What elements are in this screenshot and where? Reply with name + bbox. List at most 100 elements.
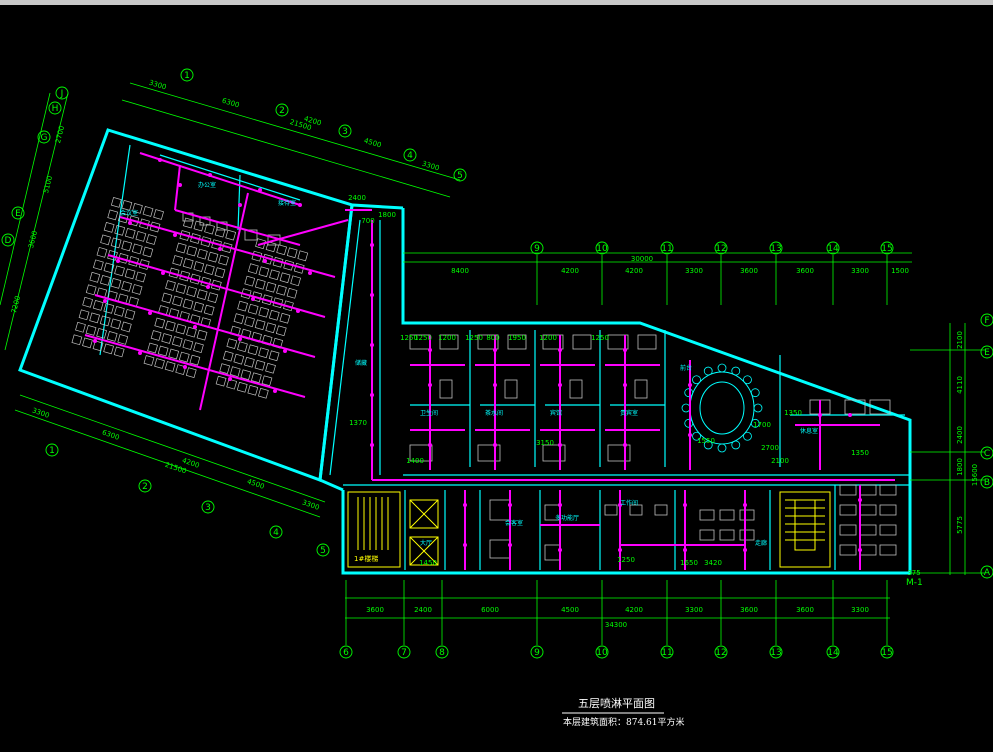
axis-bubble-label: B (984, 478, 990, 488)
sprinkler-head (558, 503, 562, 507)
furniture-item (859, 484, 877, 496)
axis-bubble-label: 13 (770, 244, 781, 254)
auditorium-seat (120, 321, 132, 333)
auditorium-seat (257, 387, 269, 399)
dimension-label: 1250 (465, 334, 483, 342)
auditorium-seat (207, 292, 219, 304)
axis-bubble-label: 11 (661, 244, 672, 254)
auditorium-seat (161, 333, 173, 344)
auditorium-seat (265, 281, 277, 293)
auditorium-seat (265, 322, 277, 334)
sprinkler-head (116, 259, 120, 263)
auditorium-seat (207, 251, 219, 263)
dimension-label: 4200 (625, 606, 643, 614)
conference-chair (717, 363, 727, 373)
auditorium-seat (275, 325, 287, 337)
sprinkler-head (370, 393, 374, 397)
sprinkler-head (370, 293, 374, 297)
axis-bubble-label: H (52, 104, 59, 114)
sprinkler-head (238, 203, 242, 207)
auditorium-seat (182, 298, 194, 310)
axis-bubble-label: 8 (439, 648, 445, 658)
room-label: 储藏 (355, 359, 367, 367)
auditorium-seat (186, 245, 198, 257)
axis-bubble-label: F (984, 316, 989, 326)
sprinkler-head (858, 498, 862, 502)
auditorium-seat (113, 306, 125, 317)
dimension-label: 3600 (740, 606, 758, 614)
auditorium-seat (154, 358, 165, 369)
dimension-label: 6300 (101, 428, 120, 441)
dimension-label: 700 (361, 217, 374, 225)
sprinkler-head (688, 433, 692, 437)
auditorium-seat (276, 284, 287, 296)
auditorium-seat (204, 223, 215, 235)
auditorium-seat (203, 304, 215, 316)
auditorium-seat (103, 302, 115, 314)
auditorium-seat (189, 354, 201, 366)
dimension-label: 1550 (697, 437, 715, 445)
sprinkler-head (283, 349, 287, 353)
sprinkler-head (493, 348, 497, 352)
dimension-label: 3300 (851, 267, 869, 275)
axis-grid-lines (345, 255, 888, 645)
axis-bubble-label: D (5, 236, 12, 246)
sprinkler-head (743, 503, 747, 507)
furniture-item (839, 544, 857, 556)
auditorium-seat (121, 199, 133, 211)
furniture-item (604, 504, 618, 516)
axis-bubble-label: G (41, 133, 48, 143)
furniture-item (439, 379, 453, 399)
furniture-item (699, 529, 715, 541)
dimension-label: 5775 (956, 516, 964, 534)
sprinkler-head (193, 325, 197, 329)
dimension-label: 2100 (771, 457, 789, 465)
dimension-label: 1250 (617, 556, 635, 564)
furniture-item (859, 544, 877, 556)
dimension-label: 3600 (796, 267, 814, 275)
room-label: 接待室 (278, 199, 296, 207)
axis-bubble-label: 5 (320, 546, 326, 556)
sprinkler-head (238, 337, 242, 341)
furniture-item (477, 444, 501, 462)
furniture-item (879, 544, 897, 556)
dimension-label: 3300 (685, 606, 703, 614)
auditorium-seat (186, 286, 198, 297)
dimension-label: 7200 (10, 295, 22, 314)
auditorium-seat (75, 321, 86, 333)
auditorium-seat (131, 243, 143, 255)
axis-bubble-label: 9 (534, 648, 540, 658)
sprinkler-head (218, 247, 222, 251)
furniture-item (542, 444, 566, 462)
auditorium-seat (247, 303, 259, 315)
dimension-label: 1200 (539, 334, 557, 342)
auditorium-seat (247, 263, 259, 275)
auditorium-seat (172, 295, 183, 307)
sprinkler-head (743, 548, 747, 552)
dimension-label: 3420 (704, 559, 722, 567)
auditorium-seat (196, 289, 208, 300)
auditorium-seat (297, 250, 309, 262)
sprinkler-head (428, 383, 432, 387)
axis-bubble-label: 15 (881, 244, 892, 254)
auditorium-seat (286, 287, 298, 299)
section-mark: M-1 (906, 578, 923, 588)
auditorium-seat (110, 196, 122, 208)
auditorium-seat (171, 336, 183, 347)
dimension-label: 1350 (784, 409, 802, 417)
link-outline (318, 203, 404, 492)
furniture-item (489, 499, 511, 521)
dimension-label: 375 (907, 569, 920, 577)
sprinkler-head (683, 548, 687, 552)
auditorium-seat (215, 375, 227, 387)
room-label: 多功能厅 (555, 514, 579, 522)
dimension-label: 4110 (956, 376, 964, 394)
dimension-label: 3300 (301, 498, 320, 511)
auditorium-seat (124, 268, 136, 280)
room-label: 休息室 (800, 427, 818, 435)
auditorium-seat (218, 254, 229, 266)
stair-2 (779, 491, 831, 568)
auditorium-seat (114, 265, 125, 277)
axis-bubble-label: 9 (534, 244, 540, 254)
auditorium-seat (178, 351, 190, 363)
